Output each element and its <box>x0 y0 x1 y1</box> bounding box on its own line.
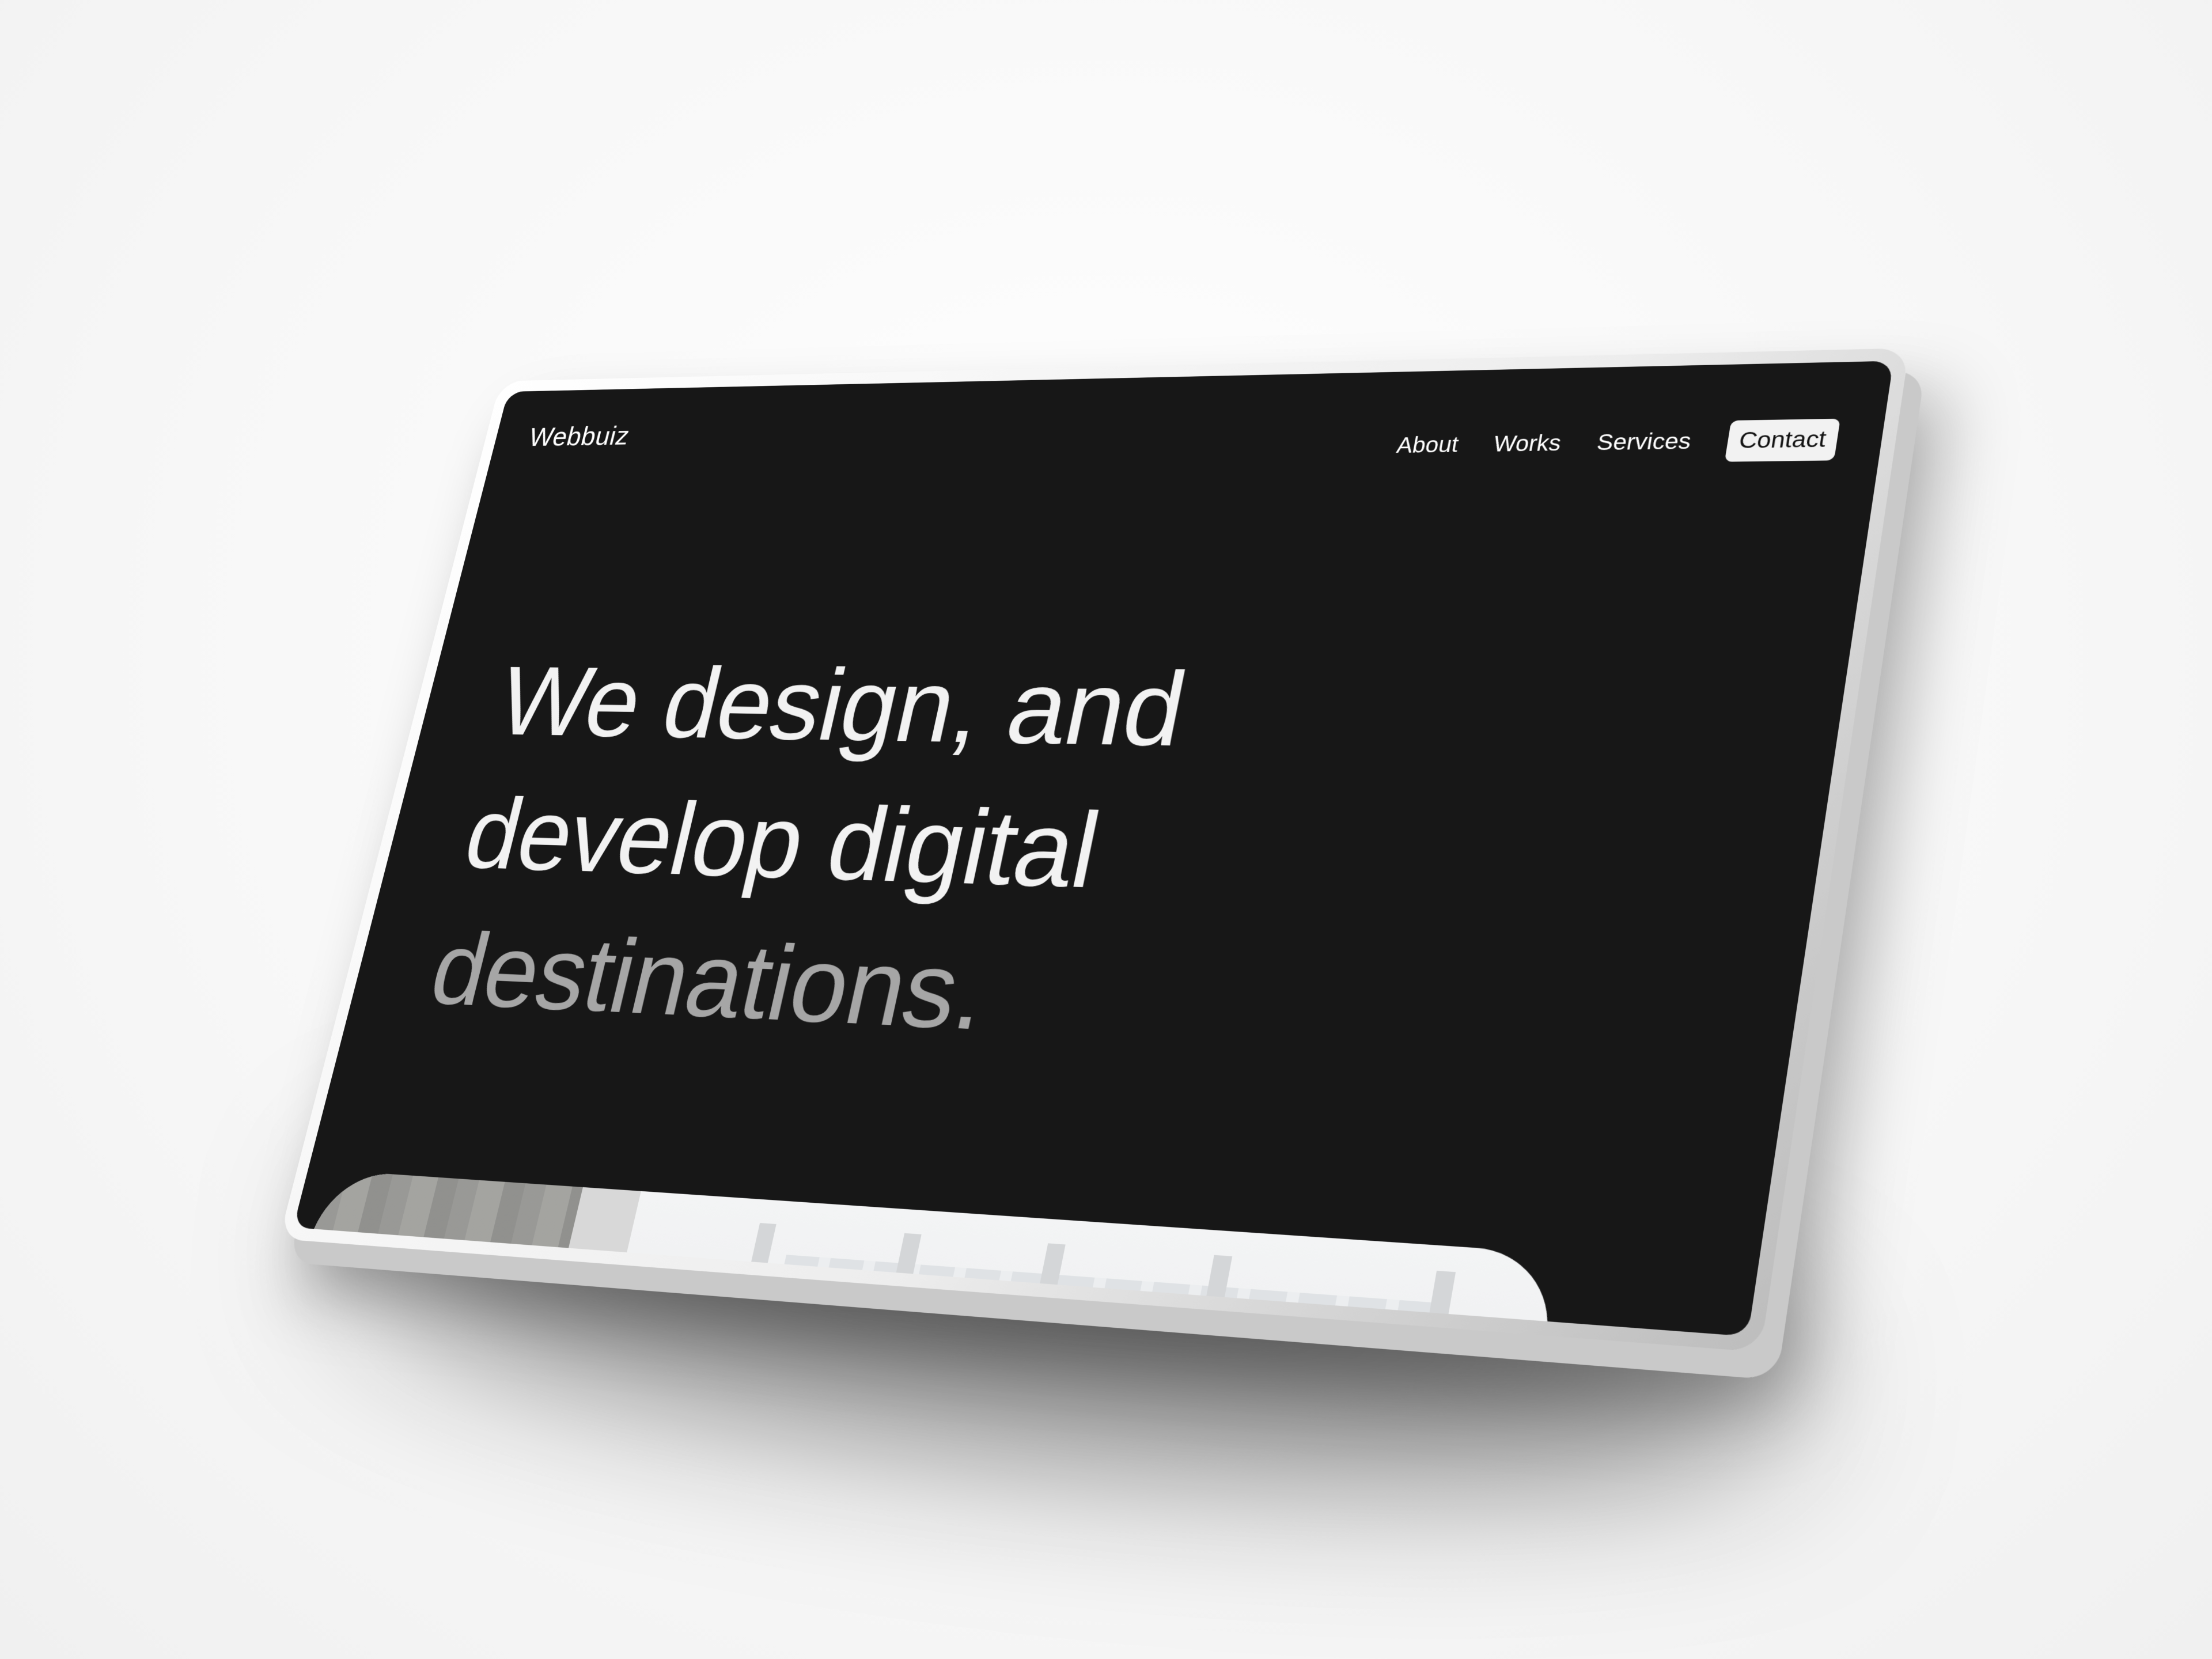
photo-window-frame <box>985 1243 1066 1337</box>
top-navigation: About Works Services Contact <box>1393 418 1840 466</box>
nav-link-works[interactable]: Works <box>1491 431 1563 457</box>
nav-link-about[interactable]: About <box>1395 433 1461 458</box>
hero-line-3: destinations. <box>420 911 998 1052</box>
photo-window-frame <box>1154 1255 1233 1337</box>
hero-line-2: develop digital <box>454 777 1109 911</box>
stage: Webbuiz About Works Services Contact We … <box>0 0 2212 1659</box>
hero-photo <box>293 1169 1560 1337</box>
website-screen: Webbuiz About Works Services Contact We … <box>293 361 1894 1337</box>
contact-button[interactable]: Contact <box>1724 418 1840 462</box>
photo-window-frame <box>839 1233 922 1337</box>
device-mockup: Webbuiz About Works Services Contact We … <box>279 348 1910 1353</box>
hero-line-1: We design, and <box>488 646 1196 768</box>
photo-buildings <box>770 1255 1438 1337</box>
device-wrap: Webbuiz About Works Services Contact We … <box>0 0 2212 1659</box>
photo-concrete-wall <box>293 1169 583 1337</box>
photo-window-frame <box>693 1223 777 1337</box>
hero-headline: We design, and develop digital destinati… <box>418 635 1198 1072</box>
nav-link-services[interactable]: Services <box>1595 429 1693 456</box>
brand-logo[interactable]: Webbuiz <box>526 421 633 452</box>
